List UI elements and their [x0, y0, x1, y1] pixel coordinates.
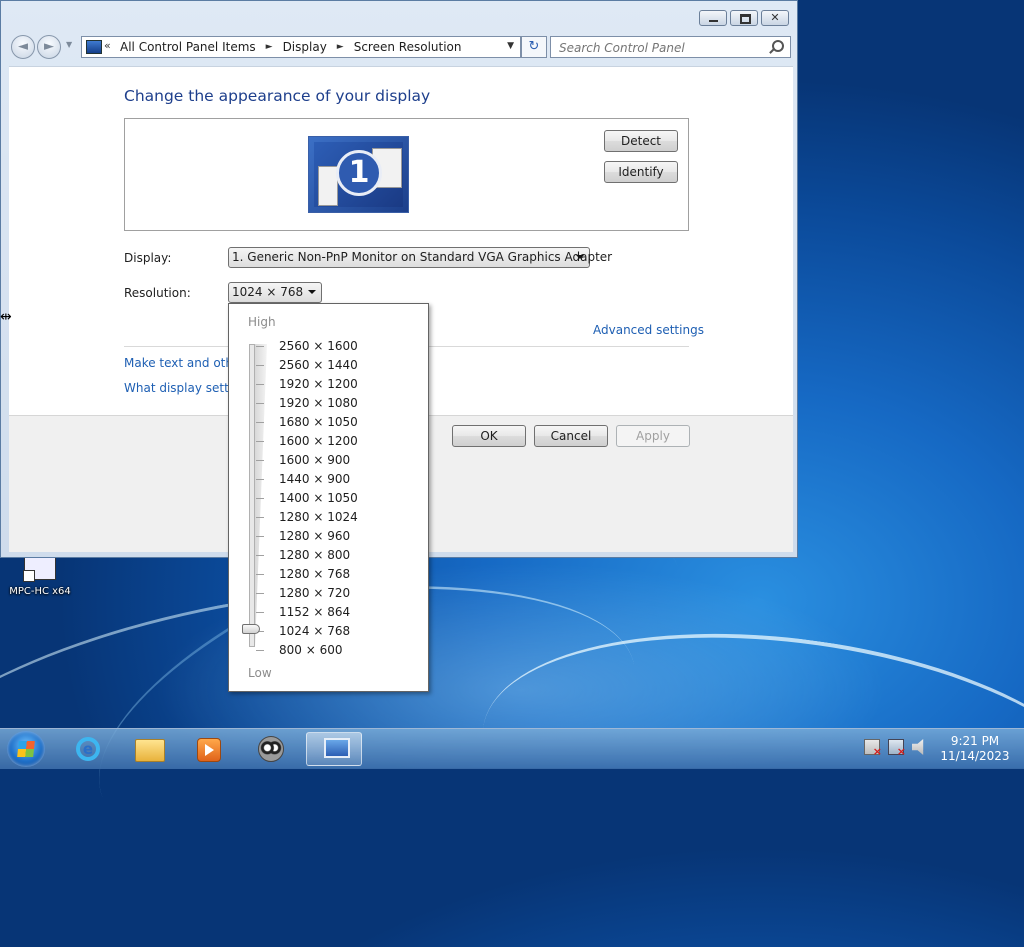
resolution-option[interactable]: 1280 × 768 — [229, 565, 428, 584]
back-button[interactable]: ◄ — [11, 35, 35, 59]
caption-buttons: ✕ — [699, 10, 789, 26]
resolution-option[interactable]: 1920 × 1080 — [229, 394, 428, 413]
network-icon[interactable] — [888, 739, 906, 758]
breadcrumb-separator-icon[interactable]: ► — [337, 40, 344, 55]
ok-button[interactable]: OK — [452, 425, 526, 447]
close-button[interactable]: ✕ — [761, 10, 789, 26]
taskbar-internet-explorer[interactable]: e — [60, 732, 116, 766]
address-dropdown-chevron-down-icon[interactable]: ▼ — [507, 41, 514, 51]
breadcrumb-all-control-panel-items[interactable]: All Control Panel Items — [120, 40, 256, 55]
chevron-down-icon — [576, 255, 584, 259]
taskbar-display-settings[interactable] — [306, 732, 362, 766]
breadcrumb-screen-resolution[interactable]: Screen Resolution — [354, 40, 462, 55]
display-select[interactable]: 1. Generic Non-PnP Monitor on Standard V… — [228, 247, 612, 268]
chevron-down-icon — [308, 290, 316, 294]
resolution-option[interactable]: 2560 × 1600 — [229, 337, 428, 356]
resolution-options: 2560 × 1600 2560 × 1440 1920 × 1200 1920… — [229, 337, 428, 660]
taskbar-file-explorer[interactable] — [121, 732, 177, 766]
display-settings-icon — [324, 738, 350, 758]
address-overflow-chevron[interactable]: « — [104, 39, 111, 52]
volume-muted-icon[interactable] — [912, 739, 924, 755]
media-player-icon — [197, 738, 221, 762]
resolution-option[interactable]: 1600 × 900 — [229, 451, 428, 470]
monitor-number: 1 — [336, 150, 382, 196]
monitor-1-icon[interactable]: 1 — [308, 136, 409, 213]
control-panel-icon — [86, 40, 102, 54]
clock[interactable]: 9:21 PM 11/14/2023 — [940, 734, 1010, 764]
resize-cursor-icon: ⇹ — [0, 309, 12, 325]
resolution-option[interactable]: 1280 × 1024 — [229, 508, 428, 527]
apply-button: Apply — [616, 425, 690, 447]
monitor-screen: 1 — [314, 142, 403, 207]
refresh-button[interactable]: ↻ — [521, 36, 547, 58]
address-bar[interactable]: « All Control Panel Items ► Display ► Sc… — [81, 36, 521, 58]
file-explorer-icon — [135, 739, 165, 762]
resolution-option[interactable]: 2560 × 1440 — [229, 356, 428, 375]
internet-explorer-icon: e — [76, 737, 100, 761]
search-box[interactable] — [550, 36, 791, 58]
resolution-option[interactable]: 1600 × 1200 — [229, 432, 428, 451]
breadcrumb: All Control Panel Items ► Display ► Scre… — [120, 40, 462, 55]
taskbar: e 9:21 PM 11/14/2023 — [0, 728, 1024, 769]
slider-high-label: High — [248, 315, 276, 329]
resolution-option[interactable]: 1440 × 900 — [229, 470, 428, 489]
maximize-button[interactable] — [730, 10, 758, 26]
advanced-settings-link[interactable]: Advanced settings — [593, 323, 704, 337]
resolution-slider-thumb[interactable] — [242, 624, 260, 634]
search-input[interactable] — [557, 40, 761, 56]
minimize-button[interactable] — [699, 10, 727, 26]
breadcrumb-separator-icon[interactable]: ► — [266, 40, 273, 55]
cancel-button[interactable]: Cancel — [534, 425, 608, 447]
clock-time: 9:21 PM — [950, 734, 1000, 748]
desktop-icon-mpc-hc[interactable]: MPC-HC x64 — [4, 556, 76, 597]
resolution-option[interactable]: 1920 × 1200 — [229, 375, 428, 394]
display-select-value: 1. Generic Non-PnP Monitor on Standard V… — [232, 250, 613, 264]
page-title: Change the appearance of your display — [124, 87, 431, 105]
resolution-option[interactable]: 1280 × 960 — [229, 527, 428, 546]
resolution-label: Resolution: — [124, 286, 191, 300]
resolution-select-value: 1024 × 768 — [232, 285, 304, 299]
start-button[interactable] — [7, 731, 45, 767]
action-center-flag-icon[interactable] — [864, 739, 882, 758]
search-icon[interactable] — [772, 40, 784, 52]
mpc-hc-shortcut-icon — [23, 556, 56, 582]
taskbar-raccoon-app[interactable] — [242, 732, 298, 766]
raccoon-app-icon — [258, 736, 284, 762]
resolution-option[interactable]: 1280 × 800 — [229, 546, 428, 565]
window-thumbnail — [318, 166, 338, 206]
resolution-option[interactable]: 800 × 600 — [229, 641, 428, 660]
taskbar-media-player[interactable] — [181, 732, 237, 766]
identify-button[interactable]: Identify — [604, 161, 678, 183]
resolution-option[interactable]: 1280 × 720 — [229, 584, 428, 603]
detect-button[interactable]: Detect — [604, 130, 678, 152]
navigation-bar: ◄ ► ▼ « All Control Panel Items ► Displa… — [9, 34, 791, 60]
resolution-option[interactable]: 1400 × 1050 — [229, 489, 428, 508]
resolution-select[interactable]: 1024 × 768 — [228, 282, 322, 303]
desktop-icon-label: MPC-HC x64 — [9, 586, 71, 597]
recent-pages-chevron-down-icon[interactable]: ▼ — [66, 40, 72, 49]
slider-low-label: Low — [248, 666, 272, 680]
resolution-option[interactable]: 1152 × 864 — [229, 603, 428, 622]
display-label: Display: — [124, 251, 172, 265]
breadcrumb-display[interactable]: Display — [283, 40, 327, 55]
forward-button[interactable]: ► — [37, 35, 61, 59]
system-tray — [864, 739, 928, 758]
resolution-option[interactable]: 1680 × 1050 — [229, 413, 428, 432]
clock-date: 11/14/2023 — [940, 749, 1010, 763]
resolution-dropdown: High 2560 × 1600 2560 × 1440 1920 × 1200… — [228, 303, 429, 692]
monitor-preview-box: 1 Detect Identify — [124, 118, 689, 231]
